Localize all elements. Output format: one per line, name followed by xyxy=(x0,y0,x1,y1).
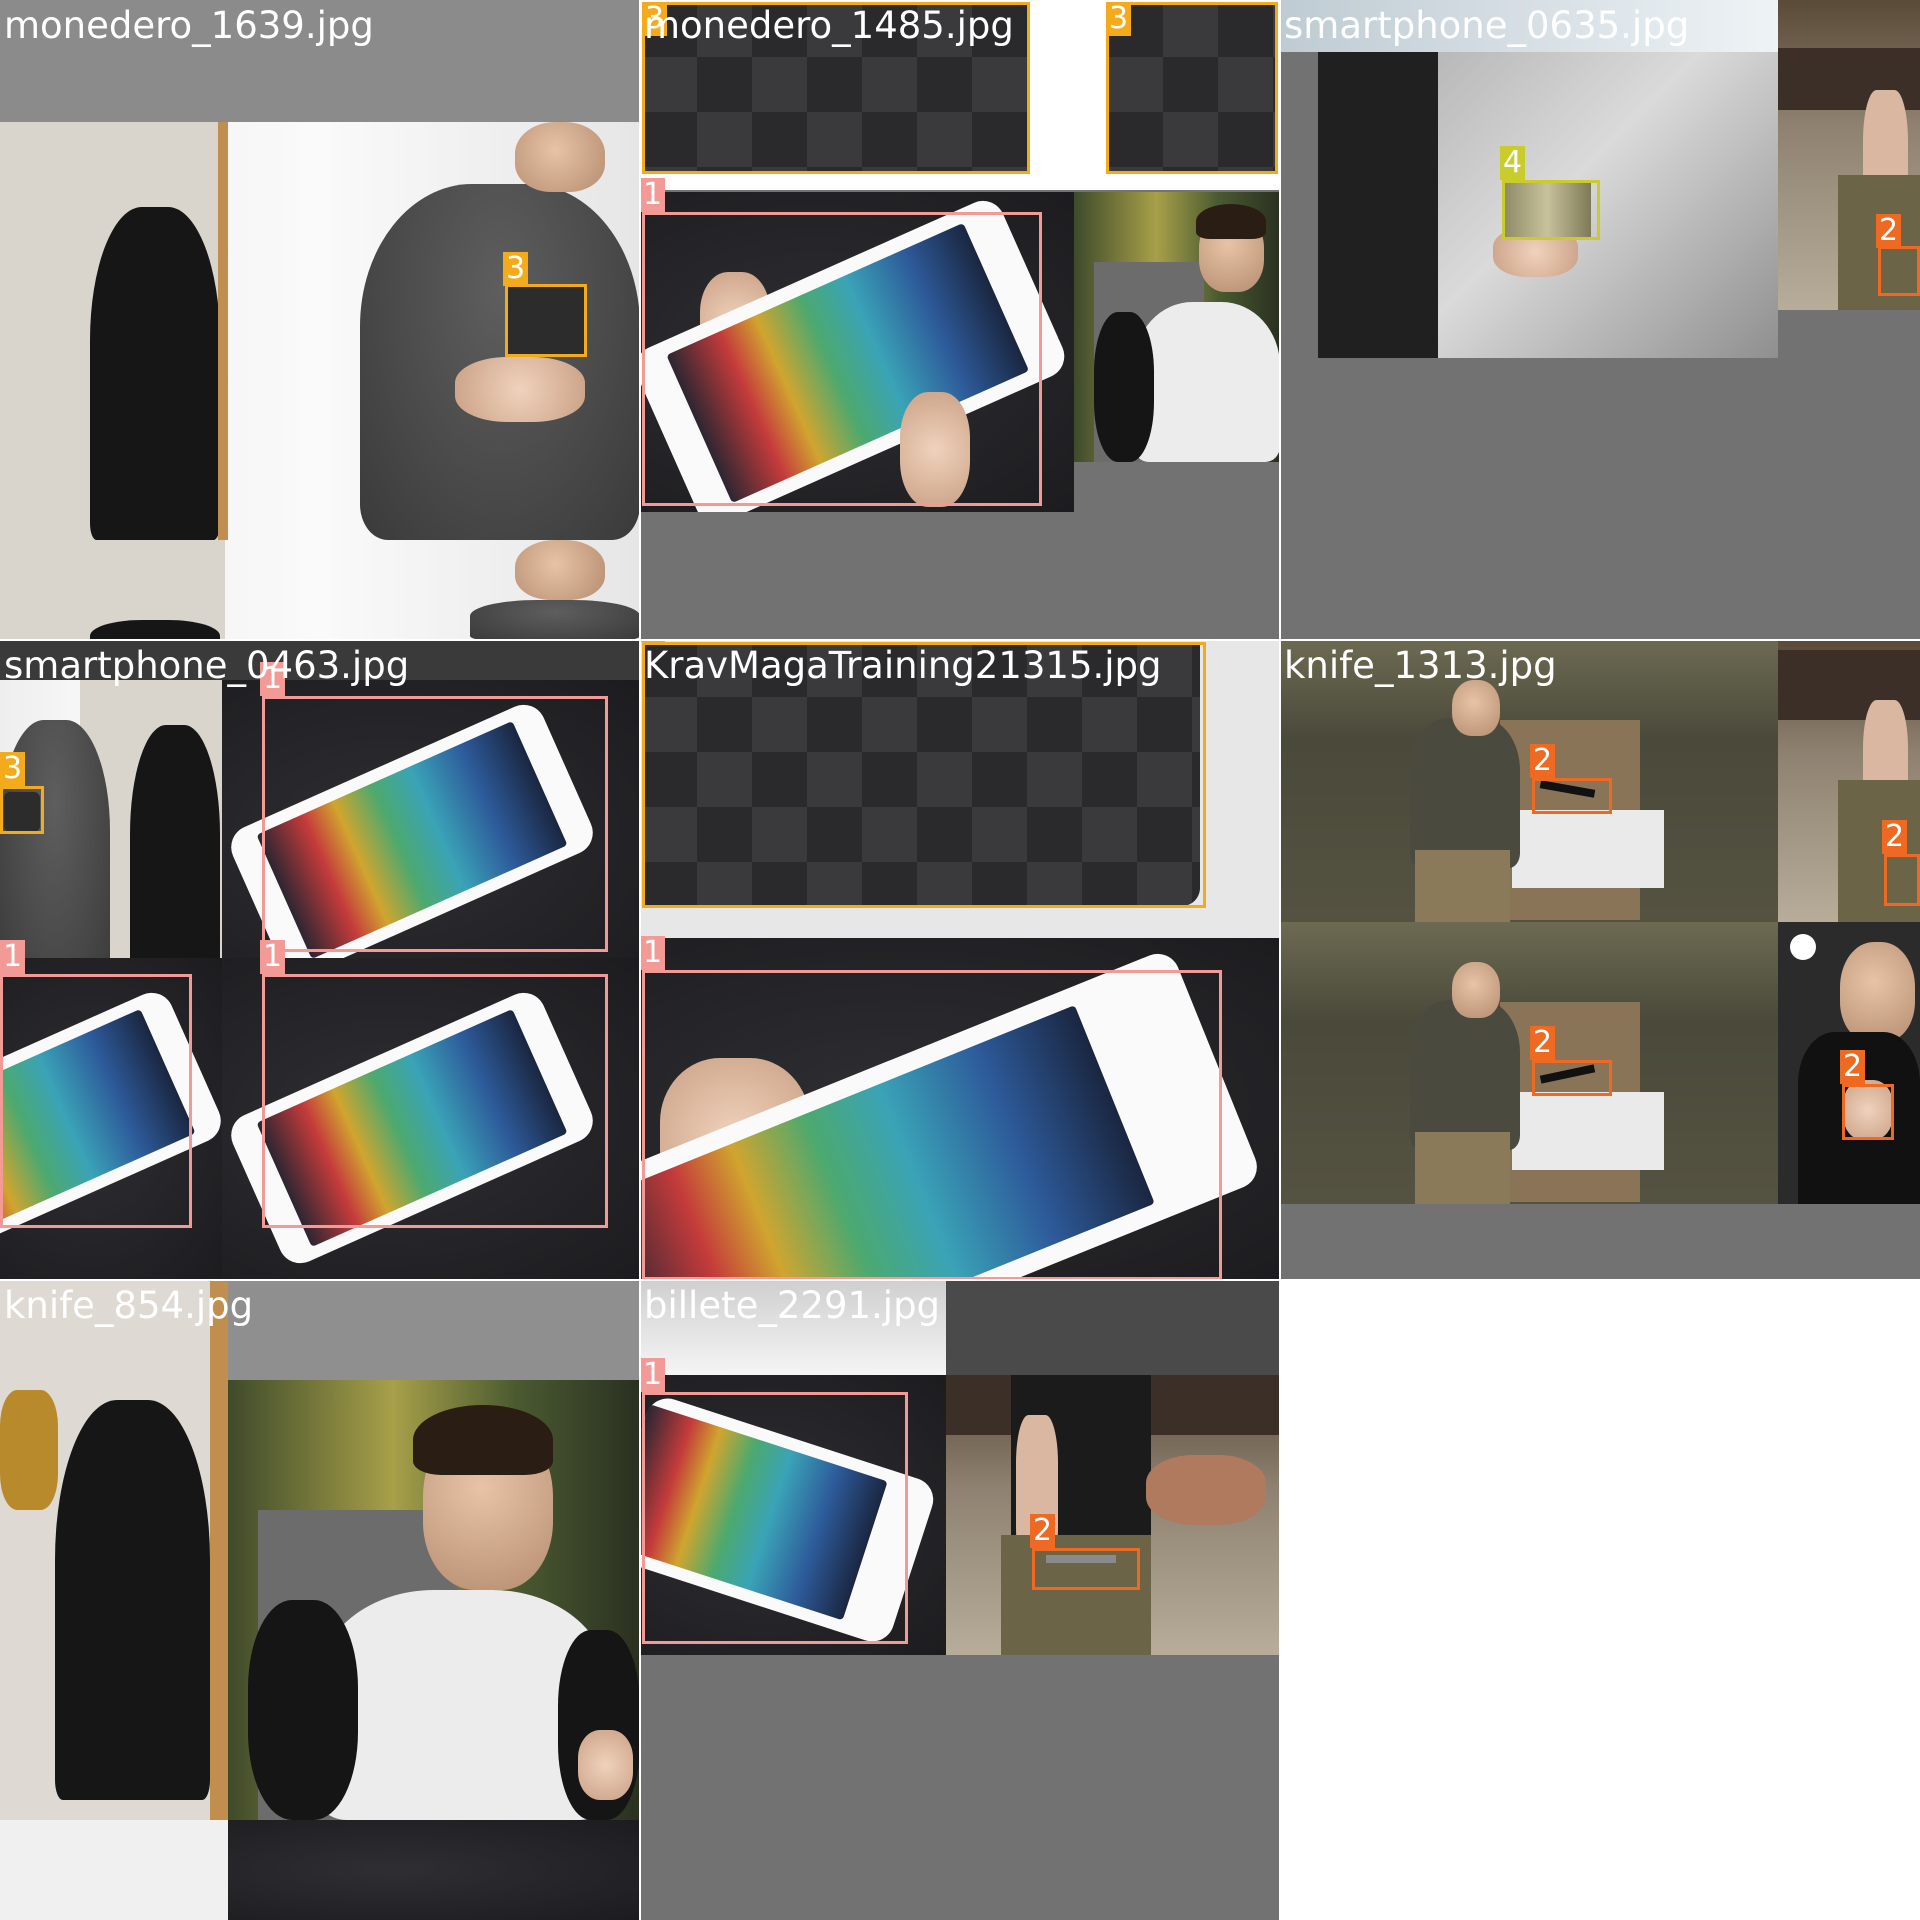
dark-sleeve xyxy=(248,1600,358,1820)
photo-man-raglan xyxy=(1074,192,1280,462)
bbox-label: 1 xyxy=(640,1358,666,1392)
dark-sleeve xyxy=(1318,52,1438,358)
grid-line-vertical xyxy=(1279,0,1281,1920)
bbox-class-1 xyxy=(0,974,192,1228)
bbox-label: 2 xyxy=(1530,744,1556,778)
bbox-label: 4 xyxy=(1500,146,1526,180)
logo-badge xyxy=(1790,934,1816,960)
empty-area xyxy=(640,1655,1280,1920)
bbox-label: 2 xyxy=(1882,820,1908,854)
photo-person-sweater-lower xyxy=(0,540,640,640)
sweater-strip xyxy=(946,1280,1280,1375)
black-coat xyxy=(55,1400,210,1800)
bbox-label: 2 xyxy=(1840,1050,1866,1084)
bbox-class-1 xyxy=(642,1392,908,1644)
head xyxy=(1452,680,1500,736)
white-board xyxy=(1512,810,1664,888)
image-filename: monedero_1485.jpg xyxy=(644,4,1014,47)
image-filename: monedero_1639.jpg xyxy=(4,4,374,47)
bbox-class-2 xyxy=(1532,1060,1612,1096)
hair xyxy=(1196,204,1266,239)
bbox-class-4 xyxy=(1502,180,1600,240)
bbox-class-3 xyxy=(0,786,44,834)
door-frame xyxy=(218,122,228,540)
photo-man-raglan xyxy=(228,1380,640,1820)
bbox-class-2 xyxy=(1884,854,1920,906)
dark-sleeve xyxy=(1094,312,1154,462)
bbox-class-1 xyxy=(642,212,1042,506)
bbox-label: 2 xyxy=(1876,214,1902,248)
photo-coat-rack xyxy=(0,1280,228,1920)
hand xyxy=(578,1730,633,1800)
head xyxy=(1840,942,1915,1042)
image-filename: KravMagaTraining21315.jpg xyxy=(644,644,1162,687)
bbox-label: 3 xyxy=(0,752,26,786)
image-filename: knife_854.jpg xyxy=(4,1284,254,1327)
partner-arm xyxy=(1146,1455,1266,1525)
image-filename: billete_2291.jpg xyxy=(644,1284,941,1327)
bbox-label: 3 xyxy=(503,252,529,286)
bbox-label: 1 xyxy=(0,940,26,974)
bbox-class-2 xyxy=(1878,246,1920,296)
bbox-class-1 xyxy=(262,696,608,952)
white-board xyxy=(1512,1092,1664,1170)
mosaic-tile: 1 2 billete_2291.jpg xyxy=(640,1280,1280,1920)
bbox-class-2 xyxy=(1532,778,1612,814)
photo-person-sweater xyxy=(0,680,222,998)
mosaic-tile: 1 3 1 1 smartphone_0463.jpg xyxy=(0,640,640,1280)
bbox-label: 1 xyxy=(260,940,286,974)
mosaic-tile: 3 1 KravMagaTraining21315.jpg xyxy=(640,640,1280,1280)
image-filename: smartphone_0635.jpg xyxy=(1284,4,1690,47)
bbox-class-1 xyxy=(642,970,1222,1280)
mosaic-tile: 3 monedero_1639.jpg xyxy=(0,0,640,640)
door-frame xyxy=(210,1280,228,1820)
hair xyxy=(413,1405,553,1475)
mosaic-tile: 3 3 1 monedero_1485.jpg xyxy=(640,0,1280,640)
bbox-class-3 xyxy=(1106,2,1278,174)
bbox-class-1 xyxy=(262,974,608,1228)
head xyxy=(515,122,605,192)
image-filename: knife_1313.jpg xyxy=(1284,644,1557,687)
bbox-class-2 xyxy=(1032,1548,1140,1590)
mustard-sweater xyxy=(0,1390,58,1510)
shirt xyxy=(1410,1000,1520,1150)
bbox-class-3 xyxy=(505,284,587,357)
raglan-shirt xyxy=(1134,302,1280,462)
sweater xyxy=(470,600,640,640)
pants xyxy=(1415,1132,1510,1204)
bbox-label: 2 xyxy=(1530,1026,1556,1060)
head xyxy=(1452,962,1500,1018)
head xyxy=(515,540,605,600)
mosaic-tile: 4 2 smartphone_0635.jpg xyxy=(1280,0,1920,640)
image-filename: smartphone_0463.jpg xyxy=(4,644,410,687)
photo-knife-demo xyxy=(1280,922,1778,1204)
grid-line-horizontal xyxy=(0,639,1920,641)
bbox-label: 1 xyxy=(640,936,666,970)
bbox-class-2 xyxy=(1842,1084,1894,1140)
photo-knife-training xyxy=(946,1375,1280,1655)
mosaic-tile: knife_854.jpg xyxy=(0,1280,640,1920)
bbox-label: 2 xyxy=(1030,1514,1056,1548)
bbox-label: 1 xyxy=(640,178,666,212)
dark-strip xyxy=(228,1820,640,1920)
top-gray-strip xyxy=(228,1280,640,1380)
mosaic-tile: 2 2 2 2 knife_1313.jpg xyxy=(1280,640,1920,1280)
black-coat xyxy=(90,620,220,640)
shirt xyxy=(1410,718,1520,868)
floor-shadow xyxy=(0,1820,228,1920)
grid-line-vertical xyxy=(639,0,641,1920)
pants xyxy=(1415,850,1510,922)
grid-line-horizontal xyxy=(0,1279,1920,1281)
hand xyxy=(455,357,585,422)
bbox-label: 3 xyxy=(1106,2,1132,36)
black-coat xyxy=(90,207,220,540)
